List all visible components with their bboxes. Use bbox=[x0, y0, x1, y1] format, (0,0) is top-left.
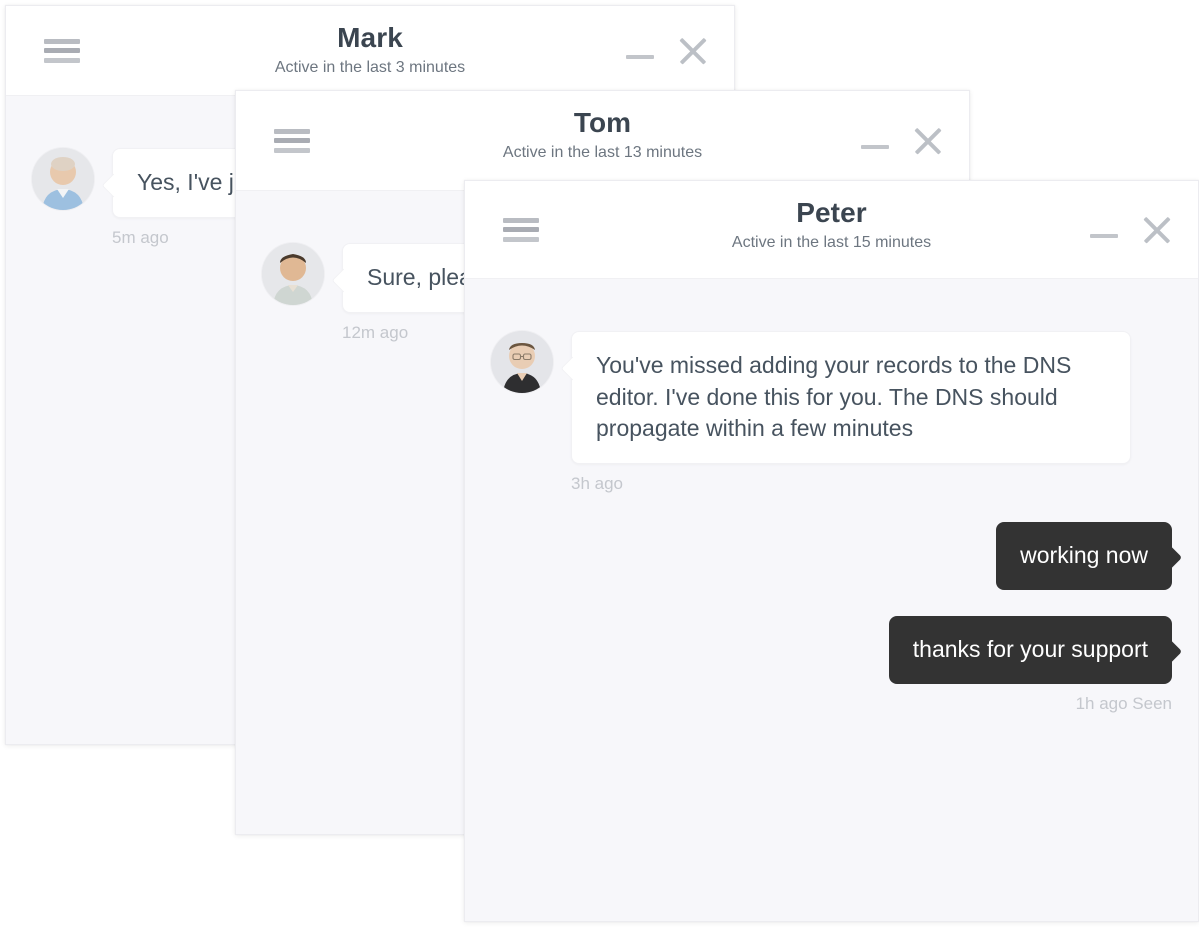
window-actions-peter bbox=[1090, 213, 1174, 247]
avatar bbox=[32, 148, 94, 210]
avatar-image bbox=[32, 148, 94, 210]
chat-body-peter[interactable]: You've missed adding your records to the… bbox=[465, 279, 1198, 921]
avatar-image bbox=[262, 243, 324, 305]
contact-name: Peter bbox=[796, 197, 867, 228]
contact-name: Tom bbox=[573, 107, 632, 138]
message-bubble-outgoing: working now bbox=[996, 522, 1172, 590]
close-icon[interactable] bbox=[911, 124, 945, 158]
message-row-incoming: You've missed adding your records to the… bbox=[491, 331, 1172, 465]
message-timestamp: 3h ago bbox=[571, 474, 623, 494]
close-icon[interactable] bbox=[676, 34, 710, 68]
hamburger-menu-icon[interactable] bbox=[503, 217, 539, 242]
window-actions-mark bbox=[626, 34, 710, 68]
chat-window-peter[interactable]: Peter Active in the last 15 minutes You'… bbox=[464, 180, 1199, 922]
message-bubble-outgoing: thanks for your support bbox=[888, 615, 1172, 684]
hamburger-bar bbox=[274, 138, 310, 143]
header-titles-mark: Mark Active in the last 3 minutes bbox=[6, 6, 734, 77]
contact-status: Active in the last 3 minutes bbox=[274, 59, 466, 77]
window-header-mark: Mark Active in the last 3 minutes bbox=[6, 6, 734, 96]
avatar-image bbox=[491, 331, 553, 393]
minimize-icon[interactable] bbox=[626, 34, 654, 68]
hamburger-bar bbox=[503, 227, 539, 232]
hamburger-bar bbox=[274, 147, 310, 153]
message-bubble-incoming: You've missed adding your records to the… bbox=[571, 331, 1131, 465]
header-titles-peter: Peter Active in the last 15 minutes bbox=[465, 181, 1198, 252]
hamburger-bar bbox=[503, 217, 539, 223]
message-block: thanks for your support 1h ago Seen bbox=[491, 615, 1172, 714]
hamburger-bar bbox=[44, 48, 80, 53]
message-timestamp: 1h ago Seen bbox=[1075, 693, 1172, 713]
message-block: working now bbox=[491, 522, 1172, 590]
avatar bbox=[491, 331, 553, 393]
window-header-tom: Tom Active in the last 13 minutes bbox=[236, 91, 969, 191]
hamburger-bar bbox=[503, 236, 539, 242]
hamburger-bar bbox=[44, 38, 80, 44]
message-row-outgoing: working now bbox=[491, 522, 1172, 590]
contact-status: Active in the last 13 minutes bbox=[502, 144, 703, 162]
minimize-icon[interactable] bbox=[861, 124, 889, 158]
message-row-outgoing: thanks for your support bbox=[491, 615, 1172, 684]
hamburger-bar bbox=[274, 128, 310, 134]
message-block: You've missed adding your records to the… bbox=[491, 331, 1172, 494]
hamburger-bar bbox=[44, 57, 80, 63]
hamburger-menu-icon[interactable] bbox=[274, 128, 310, 153]
window-header-peter: Peter Active in the last 15 minutes bbox=[465, 181, 1198, 279]
minimize-icon[interactable] bbox=[1090, 213, 1118, 247]
avatar bbox=[262, 243, 324, 305]
chat-windows-stage: Mark Active in the last 3 minutes Yes, I… bbox=[0, 0, 1199, 932]
hamburger-menu-icon[interactable] bbox=[44, 38, 80, 63]
window-actions-tom bbox=[861, 124, 945, 158]
header-titles-tom: Tom Active in the last 13 minutes bbox=[236, 91, 969, 162]
close-icon[interactable] bbox=[1140, 213, 1174, 247]
contact-status: Active in the last 15 minutes bbox=[731, 234, 932, 252]
contact-name: Mark bbox=[337, 22, 403, 53]
